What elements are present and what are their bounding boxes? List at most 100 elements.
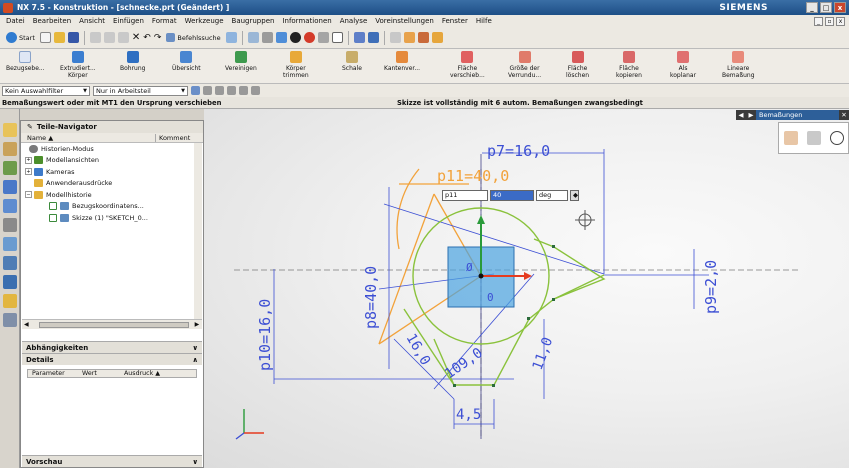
vereinigen-button[interactable]: Vereinigen <box>225 51 257 72</box>
sketch-canvas[interactable]: p7=16,0 p11=40,0 p8=40,0 p10=16,0 p9=2,0… <box>204 109 849 468</box>
scroll-left-icon[interactable]: ◀ <box>736 111 746 119</box>
process-studio-tab-icon[interactable] <box>3 256 17 270</box>
close-button[interactable]: x <box>834 2 846 13</box>
undo-icon[interactable]: ↶ <box>143 33 151 43</box>
snap-icon[interactable] <box>353 32 365 43</box>
snap-end-icon[interactable] <box>203 86 212 95</box>
koerper-trimmen-button[interactable]: Körper trimmen <box>283 51 309 79</box>
snap-intersection-icon[interactable] <box>251 86 260 95</box>
menu-baugruppen[interactable]: Baugruppen <box>232 17 275 25</box>
dim-p7-text[interactable]: p7=16,0 <box>487 142 550 160</box>
small-dim-text-2[interactable]: 0 <box>487 291 494 304</box>
selection-filter-dropdown[interactable]: Kein Auswahlfilter ▼ <box>2 85 90 96</box>
dimension-value-field[interactable]: 40 <box>490 189 534 201</box>
system-scenes-tab-icon[interactable] <box>3 313 17 327</box>
dim-left-text[interactable]: 16,0 <box>403 331 434 368</box>
dim-bottom-text[interactable]: 4,5 <box>456 407 481 423</box>
snap-point-icon[interactable] <box>191 86 200 95</box>
scroll-right-icon[interactable]: ▶ <box>746 111 756 119</box>
menu-datei[interactable]: Datei <box>6 17 25 25</box>
view-orient-icon[interactable] <box>247 32 259 43</box>
dim-p8-text[interactable]: p8=40,0 <box>362 266 380 329</box>
start-button[interactable]: Start <box>4 32 37 43</box>
dim-bottom-angle-text[interactable]: 109,0 <box>442 345 486 382</box>
tree-node-modellhistorie[interactable]: − Modellhistorie <box>21 189 203 201</box>
selection-icon[interactable] <box>225 32 237 43</box>
tree-node-bezugskoordinatensystem[interactable]: Bezugskoordinatens... <box>21 201 203 213</box>
display-icon[interactable] <box>261 32 273 43</box>
unit-dropdown-arrow-icon[interactable]: ◆ <box>570 189 579 201</box>
web-browser-tab-icon[interactable] <box>3 199 17 213</box>
sphere-icon[interactable] <box>317 32 329 43</box>
copy-icon[interactable] <box>103 32 115 43</box>
system-materials-tab-icon[interactable] <box>3 237 17 251</box>
als-koplanar-button[interactable]: Als koplanar <box>670 51 696 79</box>
doc-close-button[interactable]: x <box>836 16 845 26</box>
redo-icon[interactable]: ↷ <box>154 33 162 43</box>
analysis-icon[interactable] <box>417 32 429 43</box>
tree-node-kameras[interactable]: + Kameras <box>21 166 203 178</box>
navigator-vertical-scrollbar[interactable] <box>194 143 202 319</box>
doc-restore-button[interactable]: ▫ <box>825 16 834 26</box>
flaeche-kopieren-button[interactable]: Fläche kopieren <box>616 51 642 79</box>
vorschau-section[interactable]: Vorschau ∨ <box>22 455 202 467</box>
render-icon[interactable] <box>303 32 315 43</box>
menu-hilfe[interactable]: Hilfe <box>476 17 492 25</box>
scrollbar-thumb[interactable] <box>38 321 189 328</box>
menu-einfuegen[interactable]: Einfügen <box>113 17 144 25</box>
bezugsebene-button[interactable]: Bezugsebe... <box>6 51 45 72</box>
flaeche-verschieben-button[interactable]: Fläche verschieb... <box>450 51 485 79</box>
maximize-button[interactable]: □ <box>820 2 832 13</box>
menu-voreinstellungen[interactable]: Voreinstellungen <box>375 17 434 25</box>
part-navigator-tab-icon[interactable] <box>3 161 17 175</box>
dim-right-len-text[interactable]: 11,0 <box>530 335 557 372</box>
assembly-navigator-tab-icon[interactable] <box>3 123 17 137</box>
flaeche-loeschen-button[interactable]: Fläche löschen <box>566 51 589 79</box>
column-comment-header[interactable]: Komment <box>156 134 190 142</box>
menu-bearbeiten[interactable]: Bearbeiten <box>33 17 71 25</box>
manufacturing-wizards-tab-icon[interactable] <box>3 294 17 308</box>
menu-analyse[interactable]: Analyse <box>340 17 368 25</box>
menu-informationen[interactable]: Informationen <box>282 17 331 25</box>
tree-node-skizze[interactable]: Skizze (1) "SKETCH_0... <box>21 212 203 224</box>
horizontal-dimension-icon[interactable] <box>806 131 821 145</box>
befehlssuche-button[interactable]: Befehlssuche <box>164 33 222 42</box>
unit-dropdown[interactable]: deg <box>536 189 568 201</box>
small-dim-text-1[interactable]: Ø <box>466 261 473 274</box>
menu-ansicht[interactable]: Ansicht <box>79 17 105 25</box>
expand-icon[interactable]: + <box>25 156 32 164</box>
snap-mid-icon[interactable] <box>215 86 224 95</box>
details-column-parameter[interactable]: Parameter <box>28 370 78 377</box>
green-right-edge[interactable] <box>553 274 605 300</box>
column-name-header[interactable]: Name ▲ <box>21 133 156 142</box>
checkbox-checked-icon[interactable] <box>49 202 57 211</box>
snap-center-icon[interactable] <box>227 86 236 95</box>
tree-node-historien-modus[interactable]: Historien-Modus <box>21 143 203 155</box>
shaded-icon[interactable] <box>289 32 301 43</box>
details-column-wert[interactable]: Wert <box>78 370 116 377</box>
delete-icon[interactable]: ✕ <box>132 32 140 43</box>
dimension-name-field[interactable]: p11 <box>442 189 488 201</box>
cut-icon[interactable] <box>89 32 101 43</box>
details-column-ausdruck[interactable]: Ausdruck ▲ <box>116 370 160 377</box>
checkbox-checked-icon[interactable] <box>49 213 57 222</box>
tree-node-modellansichten[interactable]: + Modellansichten <box>21 155 203 167</box>
open-folder-icon[interactable] <box>53 32 65 43</box>
scroll-left-icon[interactable]: ◀ <box>24 321 29 328</box>
schale-button[interactable]: Schale <box>342 51 362 72</box>
pin-icon[interactable]: ✎ <box>27 123 33 131</box>
filter-icon[interactable] <box>367 32 379 43</box>
minimize-button[interactable]: _ <box>806 2 818 13</box>
doc-minimize-button[interactable]: _ <box>814 16 823 26</box>
reuse-library-tab-icon[interactable] <box>3 180 17 194</box>
expand-icon[interactable]: + <box>25 168 32 176</box>
lineare-bemassung-button[interactable]: Lineare Bemaßung <box>722 51 755 79</box>
measure-icon[interactable] <box>403 32 415 43</box>
navigator-horizontal-scrollbar[interactable]: ◀ ▶ <box>22 319 202 329</box>
angular-dimension-icon[interactable] <box>829 131 844 145</box>
roles-tab-icon[interactable] <box>3 275 17 289</box>
menu-werkzeuge[interactable]: Werkzeuge <box>185 17 224 25</box>
dim-p11-text[interactable]: p11=40,0 <box>437 167 509 185</box>
paste-icon[interactable] <box>117 32 129 43</box>
history-tab-icon[interactable] <box>3 218 17 232</box>
